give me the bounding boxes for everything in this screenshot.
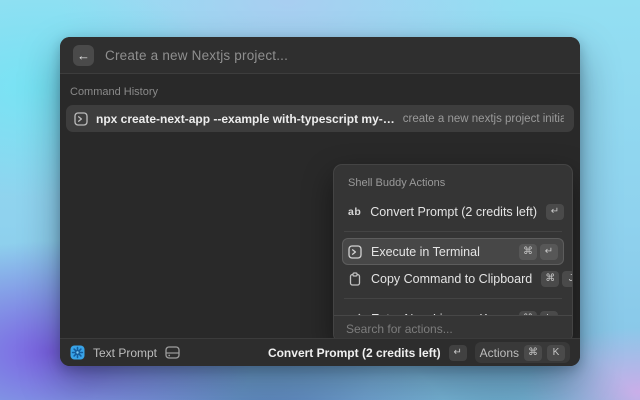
divider xyxy=(344,231,562,232)
terminal-icon xyxy=(74,112,88,126)
return-key-badge: ↵ xyxy=(546,204,564,220)
footer-primary-action[interactable]: Convert Prompt (2 credits left) xyxy=(268,346,441,360)
command-text: npx create-next-app --example with-types… xyxy=(96,112,395,126)
actions-list: Shell Buddy Actions ab Convert Prompt (2… xyxy=(334,165,572,315)
command-description: create a new nextjs project initialized … xyxy=(403,113,564,125)
return-key-badge: ↵ xyxy=(449,345,467,361)
action-label: Copy Command to Clipboard xyxy=(371,272,532,286)
internal-drive-icon xyxy=(165,346,179,360)
action-enter-license-key[interactable]: Enter New License Key ⌘ L xyxy=(342,305,564,315)
actions-menu-label: Actions xyxy=(480,346,519,360)
action-label: Execute in Terminal xyxy=(371,245,480,259)
mode-label: Text Prompt xyxy=(93,346,157,360)
window-footer: Text Prompt Convert Prompt (2 credits le… xyxy=(60,338,580,366)
action-convert-prompt[interactable]: ab Convert Prompt (2 credits left) ↵ xyxy=(342,198,564,225)
desktop-background: ← Create a new Nextjs project... Command… xyxy=(0,0,640,400)
actions-search-input[interactable] xyxy=(346,322,560,336)
shell-buddy-app-icon xyxy=(70,345,85,360)
back-button[interactable]: ← xyxy=(73,45,94,66)
window-content: Command History npx create-next-app --ex… xyxy=(60,86,580,350)
actions-panel: Shell Buddy Actions ab Convert Prompt (2… xyxy=(333,164,573,343)
action-label: Convert Prompt (2 credits left) xyxy=(370,205,537,219)
action-execute-in-terminal[interactable]: Execute in Terminal ⌘ ↵ xyxy=(342,238,564,265)
query-input[interactable]: Create a new Nextjs project... xyxy=(105,48,288,63)
command-key-badge: ⌘ xyxy=(541,271,559,287)
k-key-badge: K xyxy=(547,345,565,361)
command-key-badge: ⌘ xyxy=(524,345,542,361)
actions-panel-title: Shell Buddy Actions xyxy=(348,177,558,189)
command-history-row[interactable]: npx create-next-app --example with-types… xyxy=(66,105,574,132)
return-key-badge: ↵ xyxy=(540,244,558,260)
command-key-badge: ⌘ xyxy=(519,244,537,260)
window-header: ← Create a new Nextjs project... xyxy=(60,37,580,74)
shell-buddy-window: ← Create a new Nextjs project... Command… xyxy=(60,37,580,366)
terminal-icon xyxy=(348,245,362,259)
clipboard-icon xyxy=(348,272,362,286)
action-copy-command[interactable]: Copy Command to Clipboard ⌘ J xyxy=(342,265,564,292)
command-history-label: Command History xyxy=(70,86,570,98)
ab-icon: ab xyxy=(348,206,361,218)
actions-menu-button[interactable]: Actions ⌘ K xyxy=(475,342,570,363)
divider xyxy=(344,298,562,299)
j-key-badge: J xyxy=(562,271,572,287)
